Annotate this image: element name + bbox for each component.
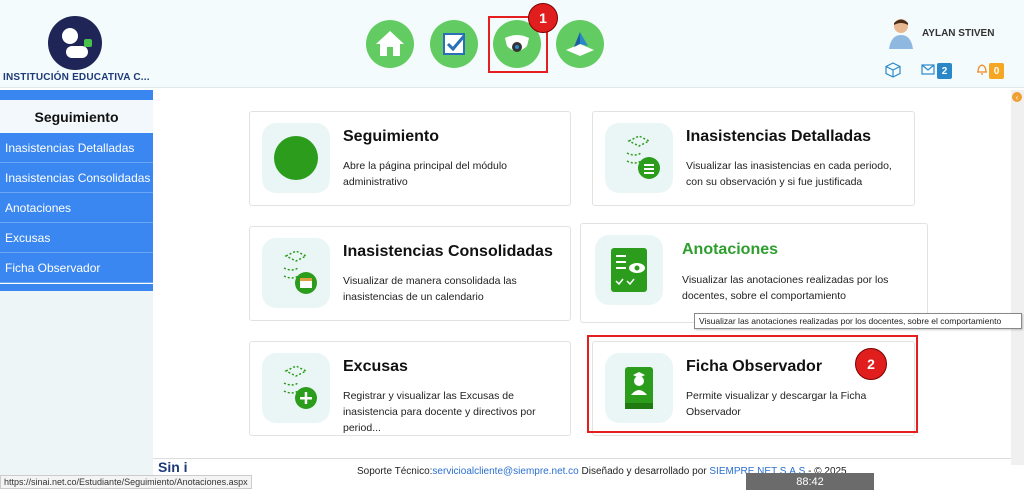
card-title: Anotaciones	[682, 241, 779, 258]
card-description: Registrar y visualizar las Excusas de in…	[343, 390, 536, 434]
open-book-icon	[566, 32, 594, 56]
sidebar-item-ficha-observador[interactable]: Ficha Observador	[0, 253, 153, 283]
mail-icon[interactable]	[921, 62, 935, 80]
sidebar-item-anotaciones[interactable]: Anotaciones	[0, 193, 153, 223]
card-excusas[interactable]: Excusas Registrar y visualizar las Excus…	[249, 341, 571, 436]
card-icon-box	[262, 238, 330, 308]
green-circle-icon	[274, 136, 318, 180]
scrollbar[interactable]	[1011, 90, 1024, 465]
home-icon	[376, 31, 404, 56]
sidebar-bottom-bar	[0, 284, 153, 291]
graduation-calendar-icon	[283, 250, 317, 294]
card-icon-box	[595, 235, 663, 305]
sidebar-background	[0, 291, 153, 477]
card-icon-box	[262, 123, 330, 193]
card-title: Inasistencias Detalladas	[686, 128, 871, 145]
sidebar-item-excusas[interactable]: Excusas	[0, 223, 153, 253]
card-title: Inasistencias Consolidadas	[343, 243, 553, 260]
card-description: Visualizar las inasistencias en cada per…	[686, 160, 892, 188]
scroll-collapse-icon[interactable]: ‹	[1012, 92, 1022, 102]
card-icon-box	[262, 353, 330, 423]
sidebar-accent-bar	[0, 90, 153, 100]
library-nav-button[interactable]	[556, 20, 604, 68]
attendance-nav-button[interactable]	[430, 20, 478, 68]
annotation-marker-2: 2	[855, 348, 887, 380]
sidebar-item-inasistencias-detalladas[interactable]: Inasistencias Detalladas	[0, 133, 153, 163]
institution-name: INSTITUCIÓN EDUCATIVA C...	[3, 72, 150, 83]
card-anotaciones[interactable]: Anotaciones Visualizar las anotaciones r…	[580, 223, 928, 323]
session-timer: 88:42	[746, 473, 874, 490]
checkbox-icon	[443, 33, 466, 55]
card-description: Visualizar de manera consolidada las ina…	[343, 275, 517, 303]
notifications-count-badge[interactable]: 0	[989, 63, 1004, 79]
tooltip: Visualizar las anotaciones realizadas po…	[694, 313, 1022, 329]
card-title: Seguimiento	[343, 128, 440, 145]
user-name[interactable]: AYLAN STIVEN	[922, 28, 994, 39]
footer-middle: Diseñado y desarrollado por	[578, 466, 710, 477]
browser-status-url: https://sinai.net.co/Estudiante/Seguimie…	[0, 475, 252, 489]
cube-icon[interactable]	[885, 62, 901, 82]
card-inasistencias-detalladas[interactable]: Inasistencias Detalladas Visualizar las …	[592, 111, 915, 206]
card-icon-box	[605, 123, 673, 193]
graduation-list-icon	[626, 135, 660, 179]
user-avatar[interactable]	[887, 17, 915, 49]
sidebar-title[interactable]: Seguimiento	[0, 100, 153, 133]
card-description: Visualizar las anotaciones realizadas po…	[682, 274, 889, 302]
footer-prefix: Soporte Técnico:	[357, 466, 433, 477]
home-nav-button[interactable]	[366, 20, 414, 68]
institution-logo[interactable]	[48, 16, 102, 70]
annotation-marker-1: 1	[528, 3, 558, 33]
card-title: Excusas	[343, 358, 408, 375]
card-seguimiento[interactable]: Seguimiento Abre la página principal del…	[249, 111, 571, 206]
sidebar-item-inasistencias-consolidadas[interactable]: Inasistencias Consolidadas	[0, 163, 153, 193]
footer-logo: Sin i	[158, 459, 188, 475]
card-inasistencias-consolidadas[interactable]: Inasistencias Consolidadas Visualizar de…	[249, 226, 571, 321]
observation-checklist-icon	[611, 248, 647, 292]
messages-count-badge[interactable]: 2	[937, 63, 952, 79]
graduation-add-icon	[283, 365, 317, 409]
card-description: Abre la página principal del módulo admi…	[343, 160, 508, 188]
support-email-link[interactable]: servicioalcliente@siempre.net.co	[432, 466, 578, 477]
bell-icon[interactable]	[975, 62, 989, 80]
